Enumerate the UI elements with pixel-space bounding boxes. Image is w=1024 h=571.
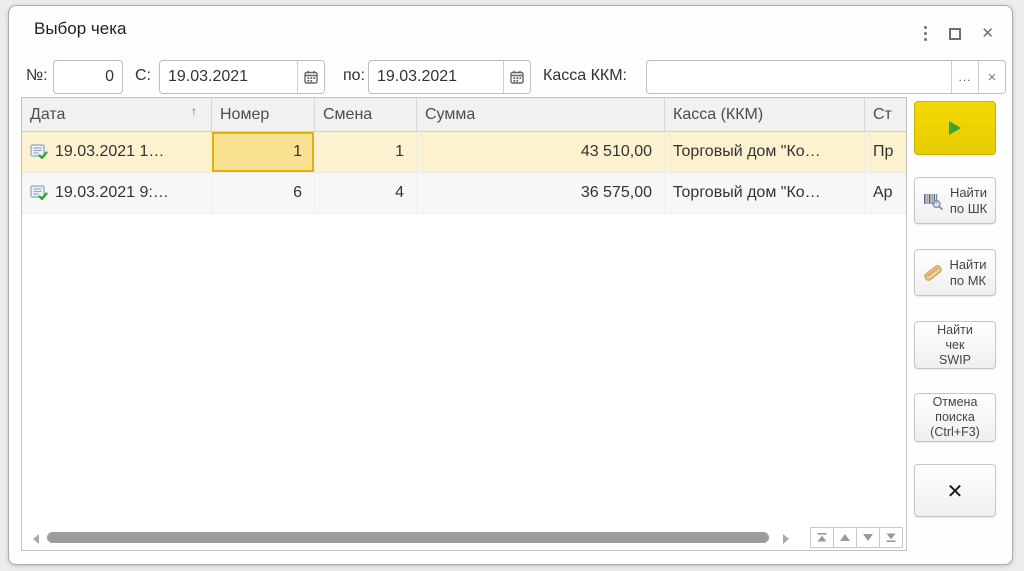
- column-header-status[interactable]: Ст: [865, 98, 906, 131]
- date-to-value: 19.03.2021: [369, 68, 503, 86]
- find-by-barcode-label: Найти по ШК: [950, 185, 987, 216]
- window-title: Выбор чека: [34, 19, 127, 39]
- scroll-to-top-button[interactable]: [810, 527, 834, 548]
- cell-shift[interactable]: 4: [315, 173, 417, 213]
- window-menu-icon[interactable]: [922, 24, 929, 43]
- date-from-calendar-button[interactable]: [297, 61, 324, 93]
- table-header-row: Дата ↑ Номер Смена Сумма Касса (ККМ) Ст: [22, 98, 906, 132]
- cancel-search-button[interactable]: Отмена поиска (Ctrl+F3): [914, 393, 996, 442]
- play-icon: [949, 121, 961, 135]
- kkm-select-button[interactable]: ...: [951, 61, 978, 93]
- dialog-window: Выбор чека ✕ №: 0 С: 19.03.2021 по: 19.0…: [8, 5, 1013, 565]
- window-close-icon[interactable]: ✕: [981, 26, 994, 41]
- posted-document-icon: [30, 144, 48, 160]
- find-by-magcard-label: Найти по МК: [949, 257, 986, 288]
- cell-sum[interactable]: 43 510,00: [417, 132, 665, 172]
- magnetic-card-icon: [923, 263, 943, 282]
- cell-number-current[interactable]: 1: [212, 132, 315, 172]
- close-icon: ✕: [947, 479, 964, 503]
- barcode-search-icon: [923, 192, 944, 210]
- date-from-label: С:: [135, 67, 151, 85]
- cell-sum[interactable]: 36 575,00: [417, 173, 665, 213]
- scroll-right-icon[interactable]: [783, 534, 789, 544]
- cell-date[interactable]: 19.03.2021 1…: [22, 132, 212, 172]
- checks-table: Дата ↑ Номер Смена Сумма Касса (ККМ) Ст …: [21, 97, 907, 551]
- scroll-left-icon[interactable]: [33, 534, 39, 544]
- column-header-date[interactable]: Дата ↑: [22, 98, 212, 131]
- cell-number[interactable]: 6: [212, 173, 315, 213]
- table-row[interactable]: 19.03.2021 1… 1 1 43 510,00 Торговый дом…: [22, 132, 906, 173]
- cell-status[interactable]: Ар: [865, 173, 906, 213]
- column-header-shift[interactable]: Смена: [315, 98, 417, 131]
- scroll-up-button[interactable]: [833, 527, 857, 548]
- kkm-clear-button[interactable]: ×: [978, 61, 1005, 93]
- cell-date[interactable]: 19.03.2021 9:…: [22, 173, 212, 213]
- select-check-button[interactable]: [914, 101, 996, 155]
- table-scroll-nav: [811, 527, 903, 548]
- calendar-icon: [510, 70, 524, 84]
- kkm-input[interactable]: ... ×: [646, 60, 1006, 94]
- check-number-label: №:: [26, 67, 48, 85]
- calendar-icon: [304, 70, 318, 84]
- kkm-label: Касса ККМ:: [543, 67, 627, 85]
- scroll-to-top-icon: [816, 532, 828, 543]
- scroll-to-bottom-button[interactable]: [879, 527, 903, 548]
- check-number-input[interactable]: 0: [53, 60, 123, 94]
- scroll-down-button[interactable]: [856, 527, 880, 548]
- check-number-value: 0: [54, 68, 122, 86]
- window-maximize-icon[interactable]: [949, 28, 961, 40]
- cell-kkm[interactable]: Торговый дом "Ко…: [665, 173, 865, 213]
- cell-shift[interactable]: 1: [315, 132, 417, 172]
- find-by-barcode-button[interactable]: Найти по ШК: [914, 177, 996, 224]
- scroll-up-icon: [839, 533, 851, 542]
- close-dialog-button[interactable]: ✕: [914, 464, 996, 517]
- posted-document-icon: [30, 185, 48, 201]
- cell-kkm[interactable]: Торговый дом "Ко…: [665, 132, 865, 172]
- find-check-swip-button[interactable]: Найти чек SWIP: [914, 321, 996, 369]
- horizontal-scrollbar-thumb[interactable]: [47, 532, 769, 543]
- table-row[interactable]: 19.03.2021 9:… 6 4 36 575,00 Торговый до…: [22, 173, 906, 214]
- cell-status[interactable]: Пр: [865, 132, 906, 172]
- column-header-number[interactable]: Номер: [212, 98, 315, 131]
- sort-ascending-icon: ↑: [191, 104, 197, 118]
- window-controls: ✕: [922, 24, 994, 43]
- horizontal-scrollbar: [23, 527, 905, 549]
- scroll-to-bottom-icon: [885, 532, 897, 543]
- find-by-magcard-button[interactable]: Найти по МК: [914, 249, 996, 296]
- scroll-down-icon: [862, 533, 874, 542]
- date-to-label: по:: [343, 67, 365, 85]
- date-from-value: 19.03.2021: [160, 68, 297, 86]
- column-header-kkm[interactable]: Касса (ККМ): [665, 98, 865, 131]
- column-header-sum[interactable]: Сумма: [417, 98, 665, 131]
- date-to-input[interactable]: 19.03.2021: [368, 60, 531, 94]
- date-to-calendar-button[interactable]: [503, 61, 530, 93]
- date-from-input[interactable]: 19.03.2021: [159, 60, 325, 94]
